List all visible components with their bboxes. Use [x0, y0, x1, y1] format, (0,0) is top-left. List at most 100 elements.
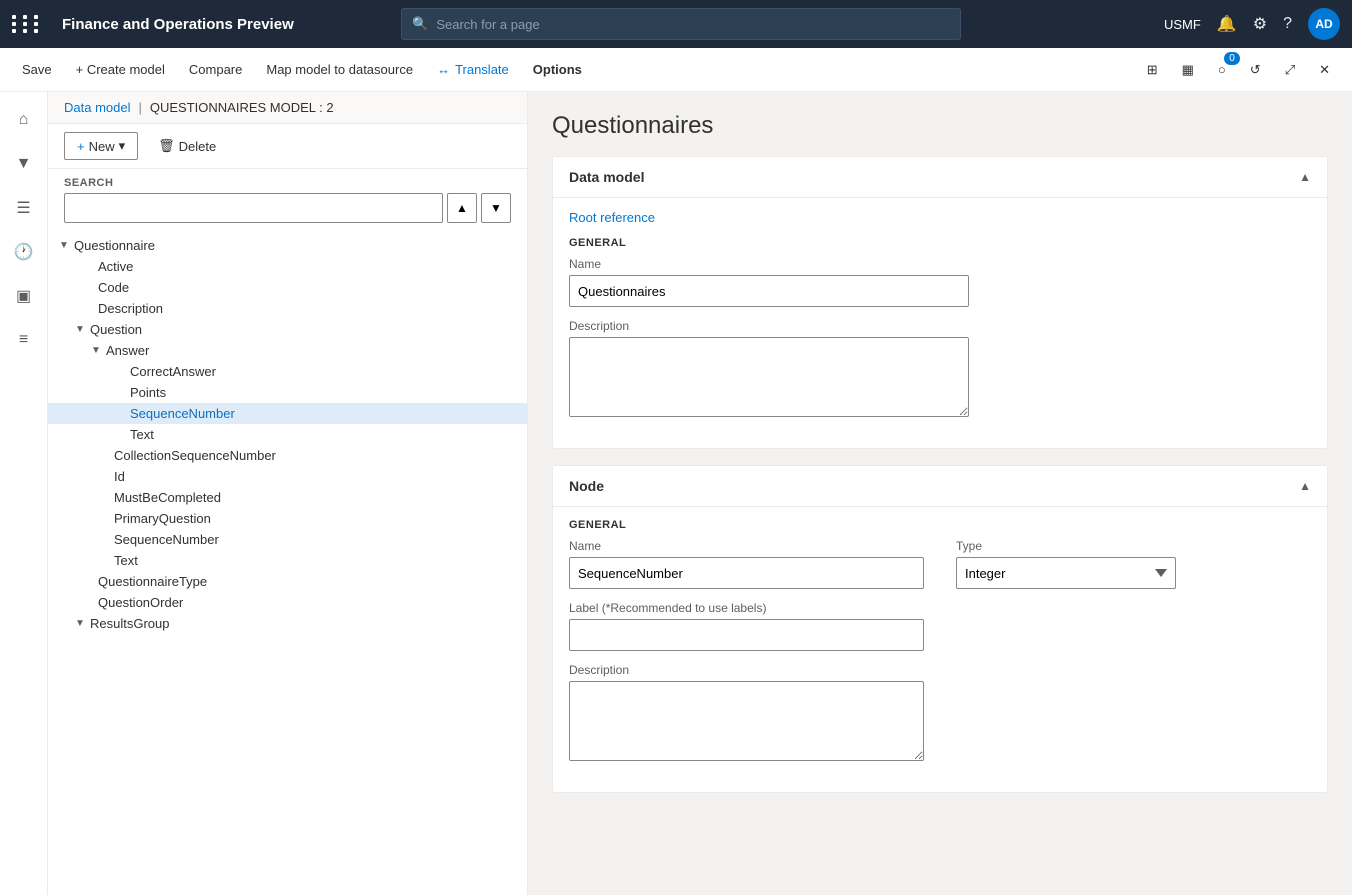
sidebar-item-home[interactable]: ⌂	[4, 100, 44, 140]
expand-icon-sequence-number	[112, 408, 128, 419]
options-button[interactable]: Options	[523, 56, 592, 83]
main-layout: ⌂ ▼ ☰ 🕐 ▣ ≡ Data model | QUESTIONNAIRES …	[0, 92, 1352, 895]
type-label-node: Type	[956, 539, 1311, 553]
breadcrumb-current: QUESTIONNAIRES MODEL : 2	[150, 100, 334, 115]
description-label-node: Description	[569, 663, 924, 677]
tree-item-correct-answer[interactable]: CorrectAnswer	[48, 361, 527, 382]
node-section-header[interactable]: Node ▲	[553, 466, 1327, 507]
tree-item-text-answer[interactable]: Text	[48, 424, 527, 445]
notification-badge: 0	[1224, 52, 1240, 65]
tree-panel: Data model | QUESTIONNAIRES MODEL : 2 + …	[48, 92, 528, 895]
top-nav: Finance and Operations Preview 🔍 USMF 🔔 …	[0, 0, 1352, 48]
tree-item-answer[interactable]: ▼ Answer	[48, 340, 527, 361]
tree-item-sequence-number-answer[interactable]: SequenceNumber	[48, 403, 527, 424]
column-button[interactable]: ▦	[1172, 56, 1204, 84]
root-reference-link[interactable]: Root reference	[569, 206, 655, 229]
tree-item-description[interactable]: Description	[48, 298, 527, 319]
delete-button[interactable]: 🗑 Delete	[146, 133, 228, 159]
breadcrumb-data-model-link[interactable]: Data model	[64, 100, 130, 115]
expand-icon-code	[80, 282, 96, 293]
sidebar-item-menu[interactable]: ☰	[4, 188, 44, 228]
grid-icon: ⊞	[1147, 62, 1158, 78]
description-form-group-dm: Description	[569, 319, 1311, 420]
search-down-button[interactable]: ▼	[481, 193, 511, 223]
settings-icon[interactable]: ⚙	[1253, 14, 1267, 34]
tree-item-collection-seq-num[interactable]: CollectionSequenceNumber	[48, 445, 527, 466]
global-search[interactable]: 🔍	[401, 8, 961, 40]
search-up-button[interactable]: ▲	[447, 193, 477, 223]
tree-item-must-be-completed[interactable]: MustBeCompleted	[48, 487, 527, 508]
notification-icon[interactable]: 🔔	[1217, 14, 1237, 34]
translate-button[interactable]: ↔ Translate	[427, 56, 519, 83]
name-label-dm: Name	[569, 257, 1311, 271]
general-label-dm: GENERAL	[569, 237, 1311, 249]
data-model-body: Root reference GENERAL Name Description	[553, 198, 1327, 448]
node-title: Node	[569, 478, 604, 494]
refresh-button[interactable]: ↺	[1240, 56, 1271, 84]
map-model-button[interactable]: Map model to datasource	[256, 56, 423, 83]
tree-item-id[interactable]: Id	[48, 466, 527, 487]
description-textarea-node[interactable]	[569, 681, 924, 761]
chevron-down-icon: ▼	[490, 201, 502, 215]
tree-item-sequence-number-q[interactable]: SequenceNumber	[48, 529, 527, 550]
node-col-right: Type Integer String Boolean Real Date Da…	[956, 519, 1311, 776]
dashboard-icon: ▣	[16, 286, 31, 306]
compare-button[interactable]: Compare	[179, 56, 252, 83]
app-grid-icon[interactable]	[12, 15, 42, 33]
label-form-group-node: Label (*Recommended to use labels)	[569, 601, 924, 651]
expand-icon-qtype	[80, 576, 96, 587]
expand-icon-text	[112, 429, 128, 440]
save-button[interactable]: Save	[12, 56, 62, 83]
popout-button[interactable]: ⤢	[1275, 56, 1305, 84]
expand-icon-question: ▼	[72, 324, 88, 335]
tree-item-points[interactable]: Points	[48, 382, 527, 403]
expand-icon-results: ▼	[72, 618, 88, 629]
type-select-node[interactable]: Integer String Boolean Real Date DateTim…	[956, 557, 1176, 589]
tree-search-input[interactable]	[64, 193, 443, 223]
chevron-down-icon: ▾	[119, 138, 126, 154]
name-label-node: Name	[569, 539, 924, 553]
data-model-section-header[interactable]: Data model ▲	[553, 157, 1327, 198]
expand-icon-qorder	[80, 597, 96, 608]
tree-item-results-group[interactable]: ▼ ResultsGroup	[48, 613, 527, 634]
help-icon[interactable]: ?	[1283, 15, 1292, 33]
badge-icon: ○	[1218, 62, 1226, 77]
expand-icon-questionnaire: ▼	[56, 240, 72, 251]
close-button[interactable]: ✕	[1309, 56, 1340, 84]
chevron-up-icon: ▲	[456, 201, 468, 215]
cmd-right-actions: ⊞ ▦ ○ 0 ↺ ⤢ ✕	[1137, 56, 1340, 84]
new-button[interactable]: + New ▾	[64, 132, 138, 160]
search-input[interactable]	[436, 17, 950, 32]
tree-item-questionnaire-type[interactable]: QuestionnaireType	[48, 571, 527, 592]
node-col-left: GENERAL Name Label (*Recommended to use …	[569, 519, 924, 776]
tree-item-questionnaire[interactable]: ▼ Questionnaire	[48, 235, 527, 256]
tree-item-question-order[interactable]: QuestionOrder	[48, 592, 527, 613]
user-label: USMF	[1164, 17, 1201, 32]
data-model-title: Data model	[569, 169, 644, 185]
tree-item-text-q[interactable]: Text	[48, 550, 527, 571]
close-icon: ✕	[1319, 62, 1330, 78]
expand-icon-correct-answer	[112, 366, 128, 377]
avatar[interactable]: AD	[1308, 8, 1340, 40]
app-title: Finance and Operations Preview	[62, 16, 294, 33]
expand-icon-seq-q	[96, 534, 112, 545]
label-input-node[interactable]	[569, 619, 924, 651]
grid-view-button[interactable]: ⊞	[1137, 56, 1168, 84]
create-model-button[interactable]: + Create model	[66, 56, 175, 83]
sidebar-item-filter[interactable]: ▼	[4, 144, 44, 184]
sidebar-item-list[interactable]: ≡	[4, 320, 44, 360]
name-input-dm[interactable]	[569, 275, 969, 307]
tree-item-primary-question[interactable]: PrimaryQuestion	[48, 508, 527, 529]
expand-icon-active	[80, 261, 96, 272]
tree-item-code[interactable]: Code	[48, 277, 527, 298]
filter-icon: ▼	[16, 155, 32, 173]
tree-item-active[interactable]: Active	[48, 256, 527, 277]
sidebar-item-dashboard[interactable]: ▣	[4, 276, 44, 316]
name-input-node[interactable]	[569, 557, 924, 589]
tree-item-question[interactable]: ▼ Question	[48, 319, 527, 340]
tree-toolbar: + New ▾ 🗑 Delete	[48, 124, 527, 169]
sidebar-item-recent[interactable]: 🕐	[4, 232, 44, 272]
description-textarea-dm[interactable]	[569, 337, 969, 417]
tree-content: ▼ Questionnaire Active Code Description …	[48, 227, 527, 895]
expand-icon-must-completed	[96, 492, 112, 503]
